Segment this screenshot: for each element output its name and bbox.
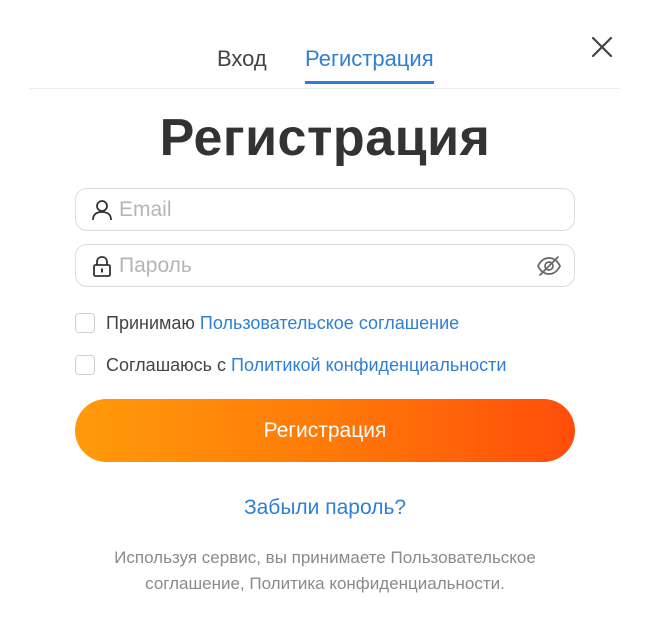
password-input[interactable]: [119, 249, 519, 282]
lock-icon: [93, 256, 111, 277]
forgot-password: Забыли пароль?: [0, 496, 650, 520]
terms-footnote: Используя сервис, вы принимаете Пользова…: [0, 545, 650, 597]
terms-link[interactable]: Пользовательское соглашение: [200, 313, 459, 333]
footnote-line-2: соглашение, Политика конфиденциальности.: [145, 574, 505, 593]
privacy-checkbox[interactable]: [75, 355, 95, 375]
close-icon: [591, 36, 613, 58]
page-title: Регистрация: [159, 109, 491, 167]
email-field[interactable]: [75, 188, 575, 231]
email-input[interactable]: [119, 193, 519, 226]
auth-tabs: Вход Регистрация: [30, 30, 620, 89]
terms-label: Принимаю Пользовательское соглашение: [106, 313, 459, 334]
privacy-label: Соглашаюсь с Политикой конфиденциальност…: [106, 355, 506, 376]
user-icon: [92, 200, 112, 221]
terms-checkbox[interactable]: [75, 313, 95, 333]
privacy-link[interactable]: Политикой конфиденциальности: [231, 355, 506, 375]
eye-off-icon[interactable]: [536, 254, 562, 278]
privacy-prefix: Соглашаюсь с: [106, 355, 227, 375]
registration-modal: Вход Регистрация Регистрация Принима: [0, 0, 650, 620]
terms-prefix: Принимаю: [106, 313, 195, 333]
register-button[interactable]: Регистрация: [75, 399, 575, 462]
tab-registration[interactable]: Регистрация: [305, 46, 434, 84]
close-button[interactable]: [588, 33, 616, 61]
forgot-password-link[interactable]: Забыли пароль?: [244, 496, 406, 519]
footnote-line-1: Используя сервис, вы принимаете Пользова…: [114, 548, 536, 567]
password-field[interactable]: [75, 244, 575, 287]
tab-login[interactable]: Вход: [217, 46, 267, 84]
